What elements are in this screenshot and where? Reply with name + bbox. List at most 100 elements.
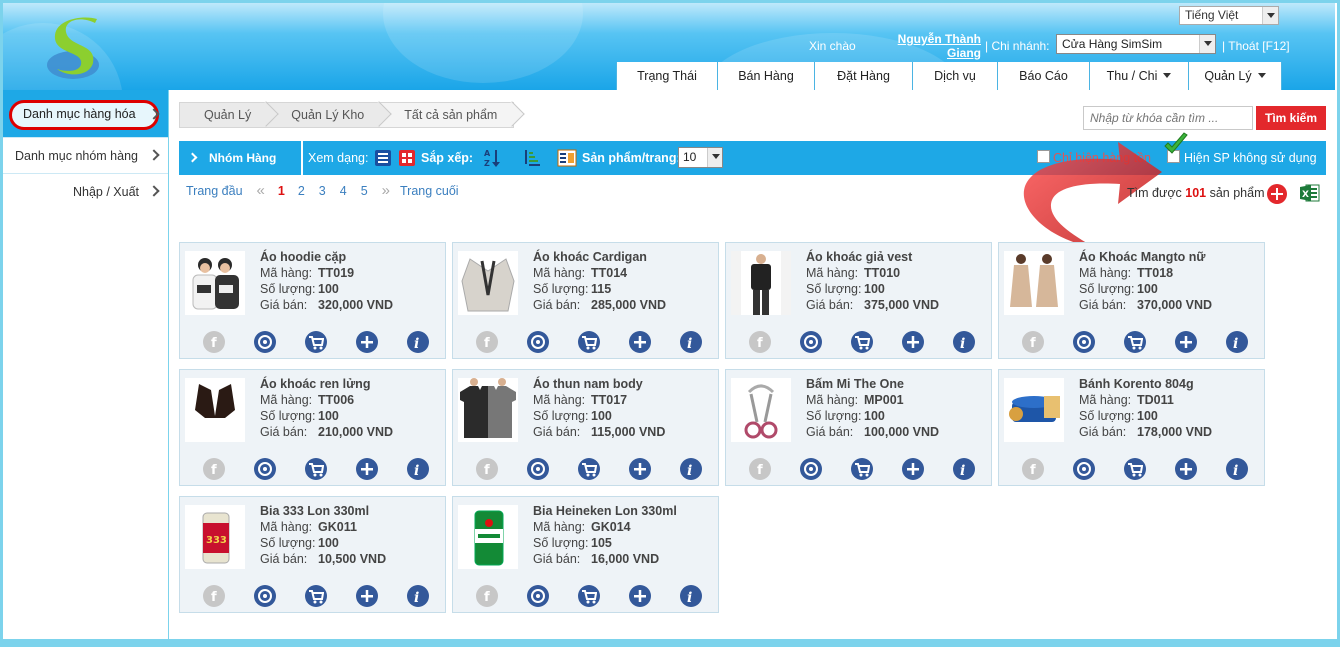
product-name[interactable]: Bánh Korento 804g [1079,377,1194,391]
sidebar-item-danh-muc-hang-hoa[interactable]: Danh mục hàng hóa [3,90,168,138]
logout-link[interactable]: | Thoát [F12] [1222,39,1290,53]
nav-tab-dat-hang[interactable]: Đặt Hàng [814,62,912,90]
info-action-button[interactable]: i [1226,458,1248,480]
nav-tab-bao-cao[interactable]: Báo Cáo [997,62,1089,90]
product-card[interactable]: Áo khoác ren lửng Mã hàng: TT006 Số lượng: 1… [179,369,446,486]
product-name[interactable]: Bia 333 Lon 330ml [260,504,369,518]
facebook-action-button[interactable]: f [749,331,771,353]
sort-amount-icon[interactable] [523,148,541,168]
facebook-action-button[interactable]: f [749,458,771,480]
add-action-button[interactable] [356,585,378,607]
facebook-action-button[interactable]: f [476,458,498,480]
product-thumbnail[interactable] [458,251,518,315]
cart-action-button[interactable] [578,585,600,607]
only-stock-checkbox[interactable] [1037,150,1050,163]
facebook-action-button[interactable]: f [476,585,498,607]
pager-page-current[interactable]: 1 [278,184,285,199]
product-card[interactable]: Áo hoodie cặp Mã hàng: TT019 Số lượng: 100 Gi… [179,242,446,359]
cart-action-button[interactable] [1124,331,1146,353]
info-action-button[interactable]: i [953,458,975,480]
settings-action-button[interactable] [527,331,549,353]
add-action-button[interactable] [902,458,924,480]
product-name[interactable]: Bấm Mi The One [806,377,904,391]
sidebar-item-danh-muc-nhom-hang[interactable]: Danh mục nhóm hàng [3,138,168,174]
product-card[interactable]: Áo khoác giả vest Mã hàng: TT010 Số lượng: 1… [725,242,992,359]
sort-alpha-icon[interactable]: AZ [484,148,502,168]
info-action-button[interactable]: i [1226,331,1248,353]
cart-action-button[interactable] [305,585,327,607]
product-card[interactable]: Bấm Mi The One Mã hàng: MP001 Số lượng: 100 G… [725,369,992,486]
product-name[interactable]: Bia Heineken Lon 330ml [533,504,677,518]
product-thumbnail[interactable] [731,378,791,442]
product-name[interactable]: Áo hoodie cặp [260,250,346,264]
settings-action-button[interactable] [1073,458,1095,480]
grid-view-icon[interactable] [399,150,415,166]
breadcrumb-item[interactable]: Quản Lý [180,103,268,127]
pager-page[interactable]: 2 [298,184,305,199]
simsim-logo[interactable] [43,15,113,85]
product-name[interactable]: Áo khoác Cardigan [533,250,647,264]
nav-tab-ban-hang[interactable]: Bán Hàng [717,62,814,90]
settings-action-button[interactable] [254,331,276,353]
search-button[interactable]: Tìm kiếm [1256,106,1326,130]
facebook-action-button[interactable]: f [203,458,225,480]
user-name-link[interactable]: Nguyễn Thành Giang [891,32,981,60]
language-select[interactable]: Tiếng Việt [1179,6,1279,25]
branch-select[interactable]: Cửa Hàng SimSim [1056,34,1216,54]
add-action-button[interactable] [1175,458,1197,480]
product-thumbnail[interactable] [185,378,245,442]
group-filter-button[interactable]: Nhóm Hàng [179,141,303,175]
product-name[interactable]: Áo thun nam body [533,377,643,391]
product-card[interactable]: Bia Heineken Lon 330ml Mã hàng: GK014 Số lư… [452,496,719,613]
cart-action-button[interactable] [305,458,327,480]
settings-action-button[interactable] [800,458,822,480]
product-name[interactable]: Áo khoác ren lửng [260,377,370,391]
facebook-action-button[interactable]: f [1022,458,1044,480]
pager-page[interactable]: 3 [319,184,326,199]
add-action-button[interactable] [356,331,378,353]
product-thumbnail[interactable] [185,251,245,315]
settings-action-button[interactable] [254,585,276,607]
nav-tab-thu-chi[interactable]: Thu / Chi [1089,62,1188,90]
info-action-button[interactable]: i [407,331,429,353]
per-page-select[interactable]: 10 [678,147,723,168]
product-thumbnail[interactable] [458,378,518,442]
excel-export-icon[interactable]: X [1300,184,1320,202]
facebook-action-button[interactable]: f [203,585,225,607]
pager-prev[interactable]: « [257,182,265,199]
cart-action-button[interactable] [851,458,873,480]
product-name[interactable]: Áo khoác giả vest [806,250,912,264]
settings-action-button[interactable] [800,331,822,353]
product-thumbnail[interactable] [1004,251,1064,315]
nav-tab-trang-thai[interactable]: Trạng Thái [616,62,717,90]
pager-first[interactable]: Trang đầu [186,184,243,199]
product-thumbnail[interactable]: 333 [185,505,245,569]
info-action-button[interactable]: i [680,458,702,480]
facebook-action-button[interactable]: f [203,331,225,353]
search-input[interactable] [1083,106,1253,130]
add-product-button[interactable] [1267,184,1287,204]
add-action-button[interactable] [356,458,378,480]
facebook-action-button[interactable]: f [1022,331,1044,353]
pager-page[interactable]: 5 [361,184,368,199]
cart-action-button[interactable] [1124,458,1146,480]
product-thumbnail[interactable] [458,505,518,569]
product-thumbnail[interactable] [731,251,791,315]
product-card[interactable]: Bánh Korento 804g Mã hàng: TD011 Số lượng: 1… [998,369,1265,486]
add-action-button[interactable] [902,331,924,353]
product-name[interactable]: Áo Khoác Mangto nữ [1079,250,1205,264]
cart-action-button[interactable] [578,331,600,353]
info-action-button[interactable]: i [680,331,702,353]
cart-action-button[interactable] [578,458,600,480]
settings-action-button[interactable] [527,585,549,607]
product-card[interactable]: 333 Bia 333 Lon 330ml Mã hàng: GK011 Số lượn… [179,496,446,613]
add-action-button[interactable] [629,458,651,480]
product-card[interactable]: Áo khoác Cardigan Mã hàng: TT014 Số lượng: 1… [452,242,719,359]
pager-last[interactable]: Trang cuối [400,184,459,199]
add-action-button[interactable] [629,331,651,353]
pager-next[interactable]: » [382,182,390,199]
cart-action-button[interactable] [851,331,873,353]
product-card[interactable]: Áo Khoác Mangto nữ Mã hàng: TT018 Số lượng:… [998,242,1265,359]
nav-tab-quan-ly[interactable]: Quản Lý [1188,62,1282,90]
add-action-button[interactable] [629,585,651,607]
